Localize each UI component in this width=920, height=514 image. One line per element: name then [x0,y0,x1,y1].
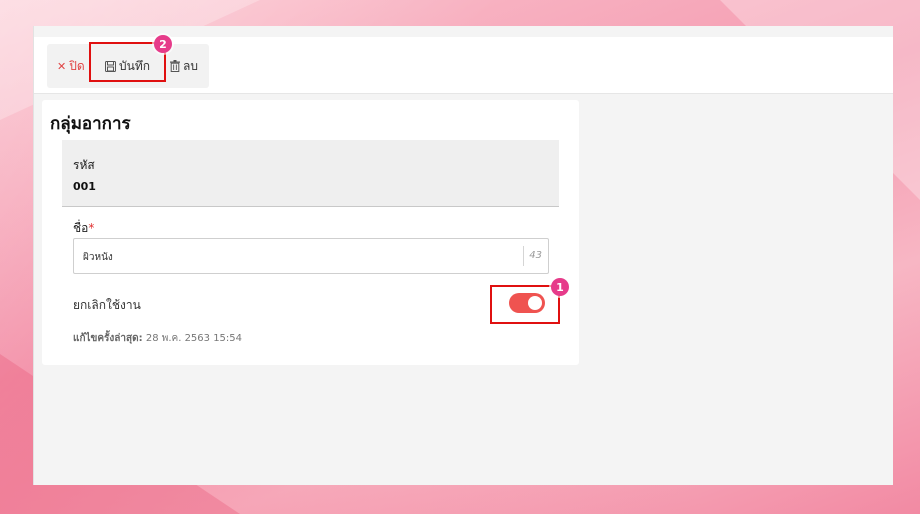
code-label: รหัส [73,158,95,172]
char-count: 43 [529,250,542,261]
step-badge-2: 2 [154,35,172,53]
name-field[interactable]: ผิวหนัง 43 [73,238,549,274]
last-edited-value: 28 พ.ค. 2563 15:54 [145,333,243,344]
cancel-usage-label: ยกเลิกใช้งาน [73,298,141,312]
close-icon: ✕ [57,59,67,73]
delete-button[interactable]: ลบ [170,44,198,88]
app-window: ✕ ปิด บันทึก ลบ กลุ่มอาการ รหัส 001 ชื่อ… [33,26,893,485]
close-label: ปิด [69,58,85,73]
last-edited: แก้ไขครั้งล่าสุด: 28 พ.ค. 2563 15:54 [73,331,242,346]
name-label: ชื่อ* [73,219,94,238]
delete-label: ลบ [183,58,198,73]
step-badge-1: 1 [551,278,569,296]
toggle-highlight-box [490,285,560,324]
code-value: 001 [73,180,96,193]
divider [523,246,524,266]
symptom-group-form: กลุ่มอาการ รหัส 001 ชื่อ* ผิวหนัง 43 ยกเ… [42,100,579,365]
required-mark: * [88,221,95,235]
name-label-text: ชื่อ [73,221,89,235]
close-button[interactable]: ✕ ปิด [57,44,85,88]
name-value: ผิวหนัง [83,252,113,263]
trash-icon [170,60,180,72]
last-edited-label: แก้ไขครั้งล่าสุด: [73,333,143,344]
page-title: กลุ่มอาการ [50,114,131,134]
code-field: รหัส 001 [62,140,559,207]
